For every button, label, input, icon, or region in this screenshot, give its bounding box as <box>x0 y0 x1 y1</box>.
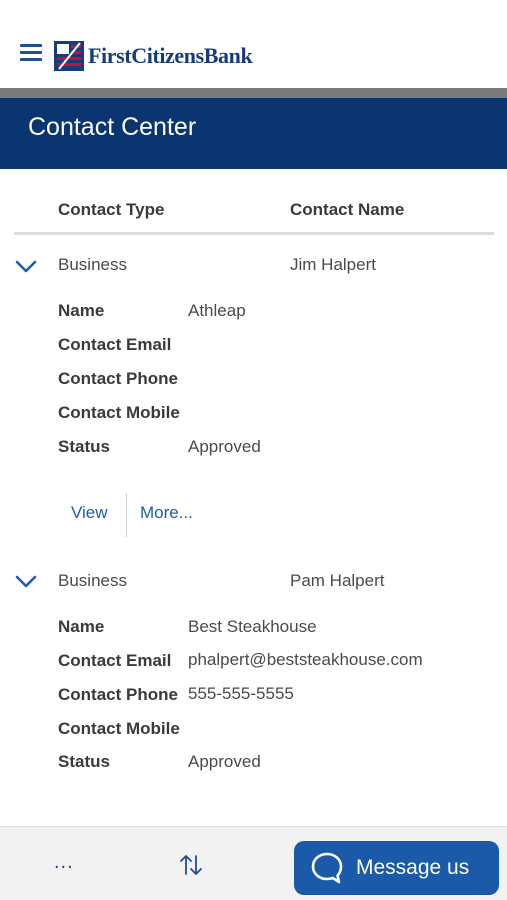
brand-logo[interactable]: FirstCitizensBank <box>54 40 253 72</box>
app-header: FirstCitizensBank <box>0 0 507 88</box>
table-header: Contact Type Contact Name <box>14 187 494 235</box>
detail-value-status: Approved <box>188 752 261 771</box>
column-header-contact-type: Contact Type <box>58 200 165 219</box>
title-band: Contact Center <box>0 98 507 169</box>
detail-value-name: Best Steakhouse <box>188 617 317 636</box>
chevron-down-icon[interactable] <box>14 257 38 277</box>
detail-label-status: Status <box>58 752 110 771</box>
detail-label-mobile: Contact Mobile <box>58 403 180 422</box>
sort-arrows-icon[interactable] <box>178 853 204 877</box>
detail-value-status: Approved <box>188 437 261 456</box>
detail-value-email: phalpert@beststeakhouse.com <box>188 650 423 669</box>
contact-name: Pam Halpert <box>290 571 385 590</box>
hamburger-menu-icon[interactable] <box>20 44 42 64</box>
contact-name: Jim Halpert <box>290 255 376 274</box>
chevron-down-icon[interactable] <box>14 572 38 592</box>
contact-type: Business <box>58 255 127 274</box>
detail-label-status: Status <box>58 437 110 456</box>
chat-bubble-icon <box>311 852 343 884</box>
record-actions: View More... <box>0 493 507 537</box>
detail-label-email: Contact Email <box>58 335 172 354</box>
detail-label-phone: Contact Phone <box>58 685 178 704</box>
view-link[interactable]: View <box>71 503 108 523</box>
detail-label-email: Contact Email <box>58 651 172 670</box>
message-us-button[interactable]: Message us <box>294 841 499 895</box>
brand-name: FirstCitizensBank <box>88 43 253 68</box>
action-divider <box>126 493 127 537</box>
detail-label-phone: Contact Phone <box>58 369 178 388</box>
message-us-label: Message us <box>356 856 470 879</box>
contact-type: Business <box>58 571 127 590</box>
page-title: Contact Center <box>28 113 197 141</box>
column-header-contact-name: Contact Name <box>290 200 405 219</box>
detail-label-name: Name <box>58 617 105 636</box>
more-link[interactable]: More... <box>140 503 193 523</box>
detail-label-name: Name <box>58 301 105 320</box>
detail-value-phone: 555-555-5555 <box>188 684 294 703</box>
bank-flag-logo-icon <box>54 41 84 71</box>
header-divider <box>0 88 507 98</box>
detail-label-mobile: Contact Mobile <box>58 719 180 738</box>
detail-value-name: Athleap <box>188 301 246 320</box>
more-options-button[interactable]: ... <box>54 851 74 874</box>
bottom-toolbar: ... Message us <box>0 826 507 900</box>
